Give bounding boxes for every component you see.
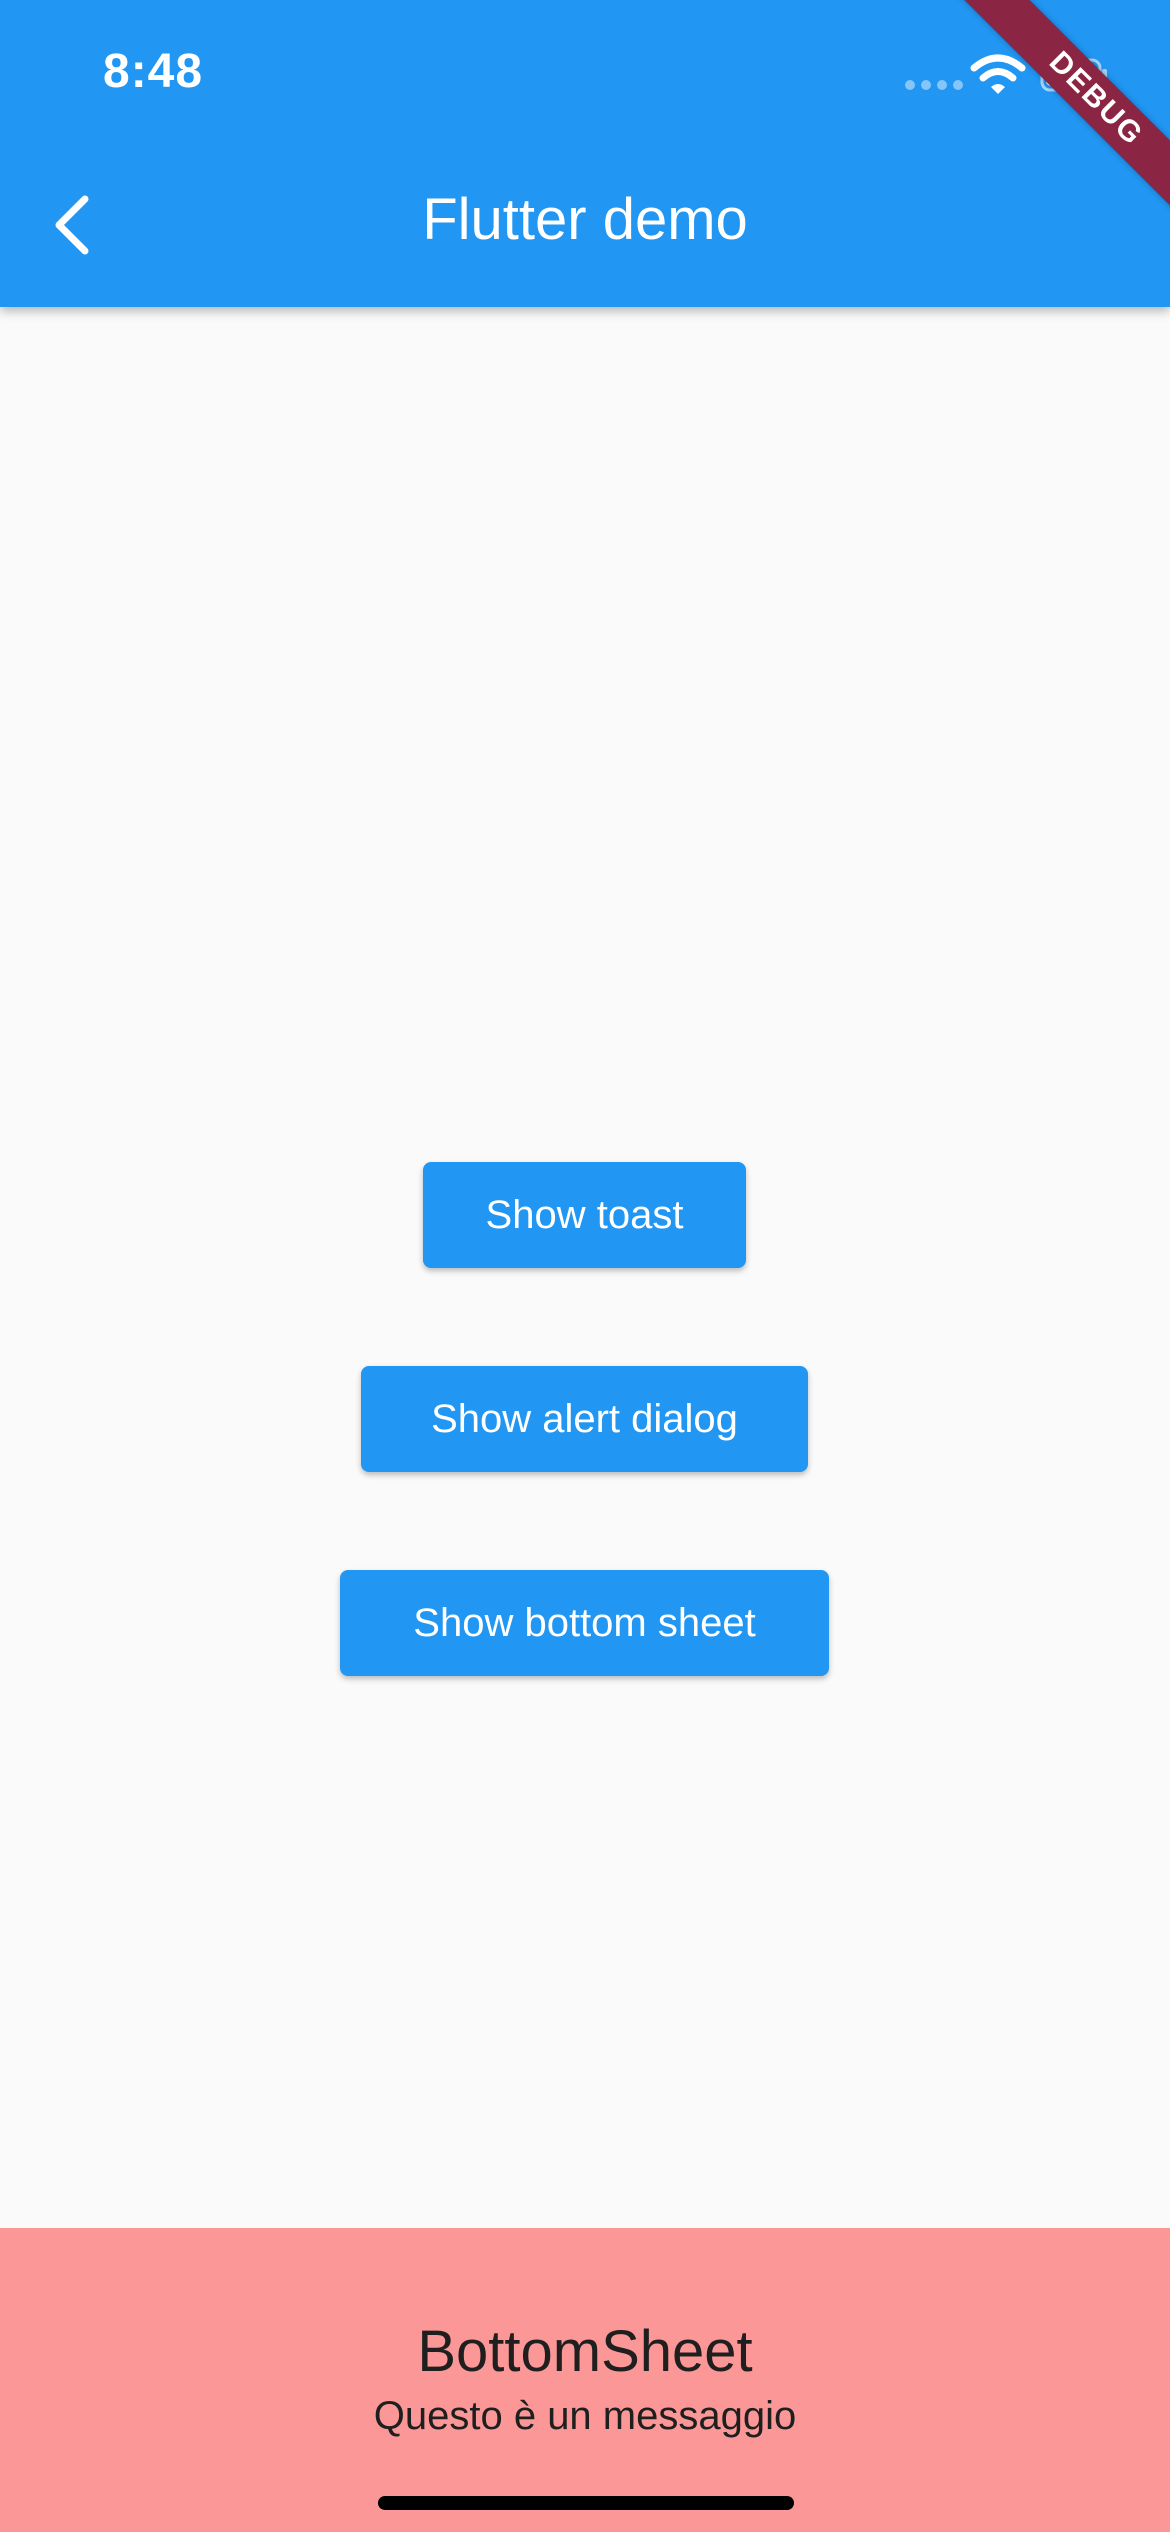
page-title: Flutter demo <box>422 187 748 252</box>
bottom-sheet: BottomSheet Questo è un messaggio <box>0 2228 1170 2532</box>
bottom-sheet-message: Questo è un messaggio <box>373 2394 797 2438</box>
show-bottom-sheet-button[interactable]: Show bottom sheet <box>340 1570 829 1676</box>
bottom-sheet-title: BottomSheet <box>417 2319 753 2384</box>
app-screen: 8:48 Flutter demo DEBUG Show toast Show … <box>0 0 1170 2532</box>
show-toast-button[interactable]: Show toast <box>423 1162 746 1268</box>
status-time: 8:48 <box>103 45 204 98</box>
show-alert-dialog-button[interactable]: Show alert dialog <box>361 1366 808 1472</box>
app-bar: 8:48 Flutter demo <box>0 0 1170 307</box>
home-indicator[interactable] <box>378 2496 794 2510</box>
wifi-icon <box>970 54 1026 94</box>
signal-dots-icon <box>905 80 963 90</box>
